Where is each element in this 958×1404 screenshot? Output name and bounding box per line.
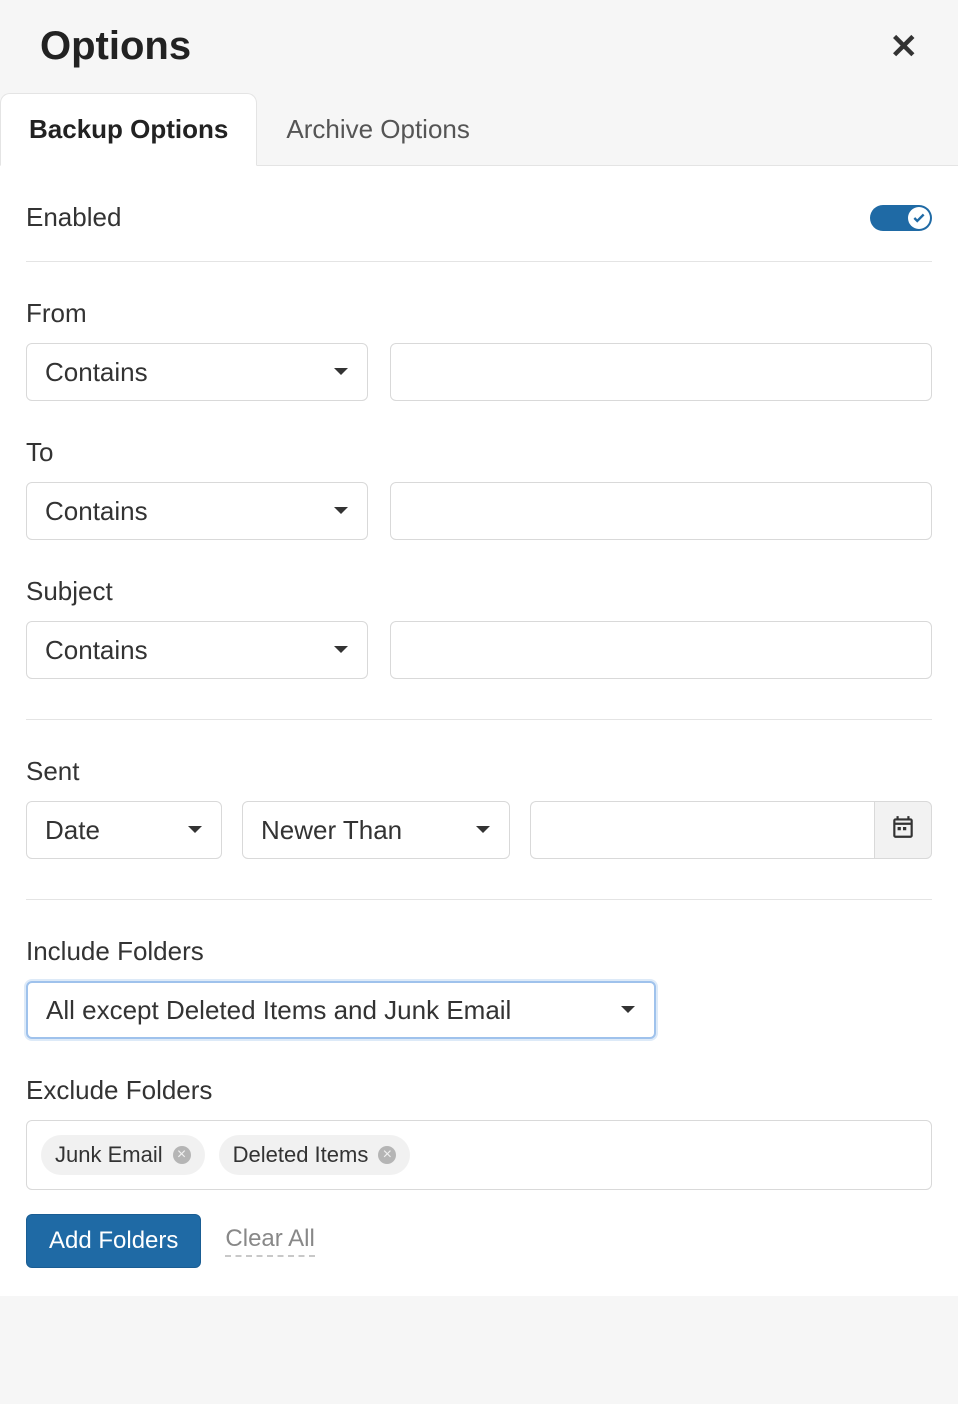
subject-group: Subject Contains <box>26 576 932 679</box>
include-folders-group: Include Folders All except Deleted Items… <box>26 936 932 1039</box>
sent-group: Sent Date Newer Than <box>26 756 932 859</box>
to-condition-select[interactable]: Contains <box>26 482 368 540</box>
remove-tag-icon[interactable] <box>378 1146 396 1164</box>
tab-label: Archive Options <box>286 114 470 144</box>
calendar-icon <box>890 814 916 847</box>
exclude-folders-label: Exclude Folders <box>26 1075 932 1106</box>
from-group: From Contains <box>26 298 932 401</box>
select-value: Contains <box>45 635 148 666</box>
tab-backup-options[interactable]: Backup Options <box>0 93 257 166</box>
select-value: Date <box>45 815 100 846</box>
sent-condition-select[interactable]: Newer Than <box>242 801 510 859</box>
subject-label: Subject <box>26 576 932 607</box>
sent-date-field <box>530 801 932 859</box>
remove-tag-icon[interactable] <box>173 1146 191 1164</box>
sent-type-select[interactable]: Date <box>26 801 222 859</box>
divider <box>26 899 932 900</box>
sent-label: Sent <box>26 756 932 787</box>
exclude-folders-group: Exclude Folders Junk Email Deleted Items <box>26 1075 932 1190</box>
options-dialog: Options ✕ Backup Options Archive Options… <box>0 0 958 1404</box>
select-value: All except Deleted Items and Junk Email <box>46 995 511 1026</box>
enabled-label: Enabled <box>26 202 121 233</box>
to-label: To <box>26 437 932 468</box>
sent-date-input[interactable] <box>530 801 874 859</box>
tabs: Backup Options Archive Options <box>0 93 958 166</box>
link-label: Clear All <box>225 1225 314 1252</box>
exclude-tag: Deleted Items <box>219 1135 411 1175</box>
tag-label: Deleted Items <box>233 1142 369 1168</box>
include-folders-label: Include Folders <box>26 936 932 967</box>
select-value: Newer Than <box>261 815 402 846</box>
button-label: Add Folders <box>49 1227 178 1254</box>
to-value-input[interactable] <box>390 482 932 540</box>
clear-all-link[interactable]: Clear All <box>225 1225 314 1257</box>
subject-condition-select[interactable]: Contains <box>26 621 368 679</box>
include-folders-select[interactable]: All except Deleted Items and Junk Email <box>26 981 656 1039</box>
dialog-title: Options <box>40 24 191 69</box>
from-value-input[interactable] <box>390 343 932 401</box>
divider <box>26 719 932 720</box>
tag-label: Junk Email <box>55 1142 163 1168</box>
to-group: To Contains <box>26 437 932 540</box>
from-label: From <box>26 298 932 329</box>
exclude-folders-box[interactable]: Junk Email Deleted Items <box>26 1120 932 1190</box>
toggle-knob-icon <box>908 207 930 229</box>
chevron-down-icon <box>333 367 349 377</box>
select-value: Contains <box>45 357 148 388</box>
chevron-down-icon <box>333 645 349 655</box>
chevron-down-icon <box>620 1005 636 1015</box>
exclude-tag: Junk Email <box>41 1135 205 1175</box>
chevron-down-icon <box>187 825 203 835</box>
dialog-header: Options ✕ <box>0 0 958 93</box>
enabled-row: Enabled <box>26 202 932 262</box>
tab-content: Enabled From Contains To <box>0 166 958 1296</box>
calendar-button[interactable] <box>874 801 932 859</box>
tab-label: Backup Options <box>29 114 228 144</box>
enabled-toggle[interactable] <box>870 205 932 231</box>
chevron-down-icon <box>475 825 491 835</box>
folder-actions: Add Folders Clear All <box>26 1214 932 1268</box>
tab-archive-options[interactable]: Archive Options <box>257 93 499 166</box>
from-condition-select[interactable]: Contains <box>26 343 368 401</box>
chevron-down-icon <box>333 506 349 516</box>
close-icon[interactable]: ✕ <box>890 30 919 64</box>
subject-value-input[interactable] <box>390 621 932 679</box>
add-folders-button[interactable]: Add Folders <box>26 1214 201 1268</box>
select-value: Contains <box>45 496 148 527</box>
